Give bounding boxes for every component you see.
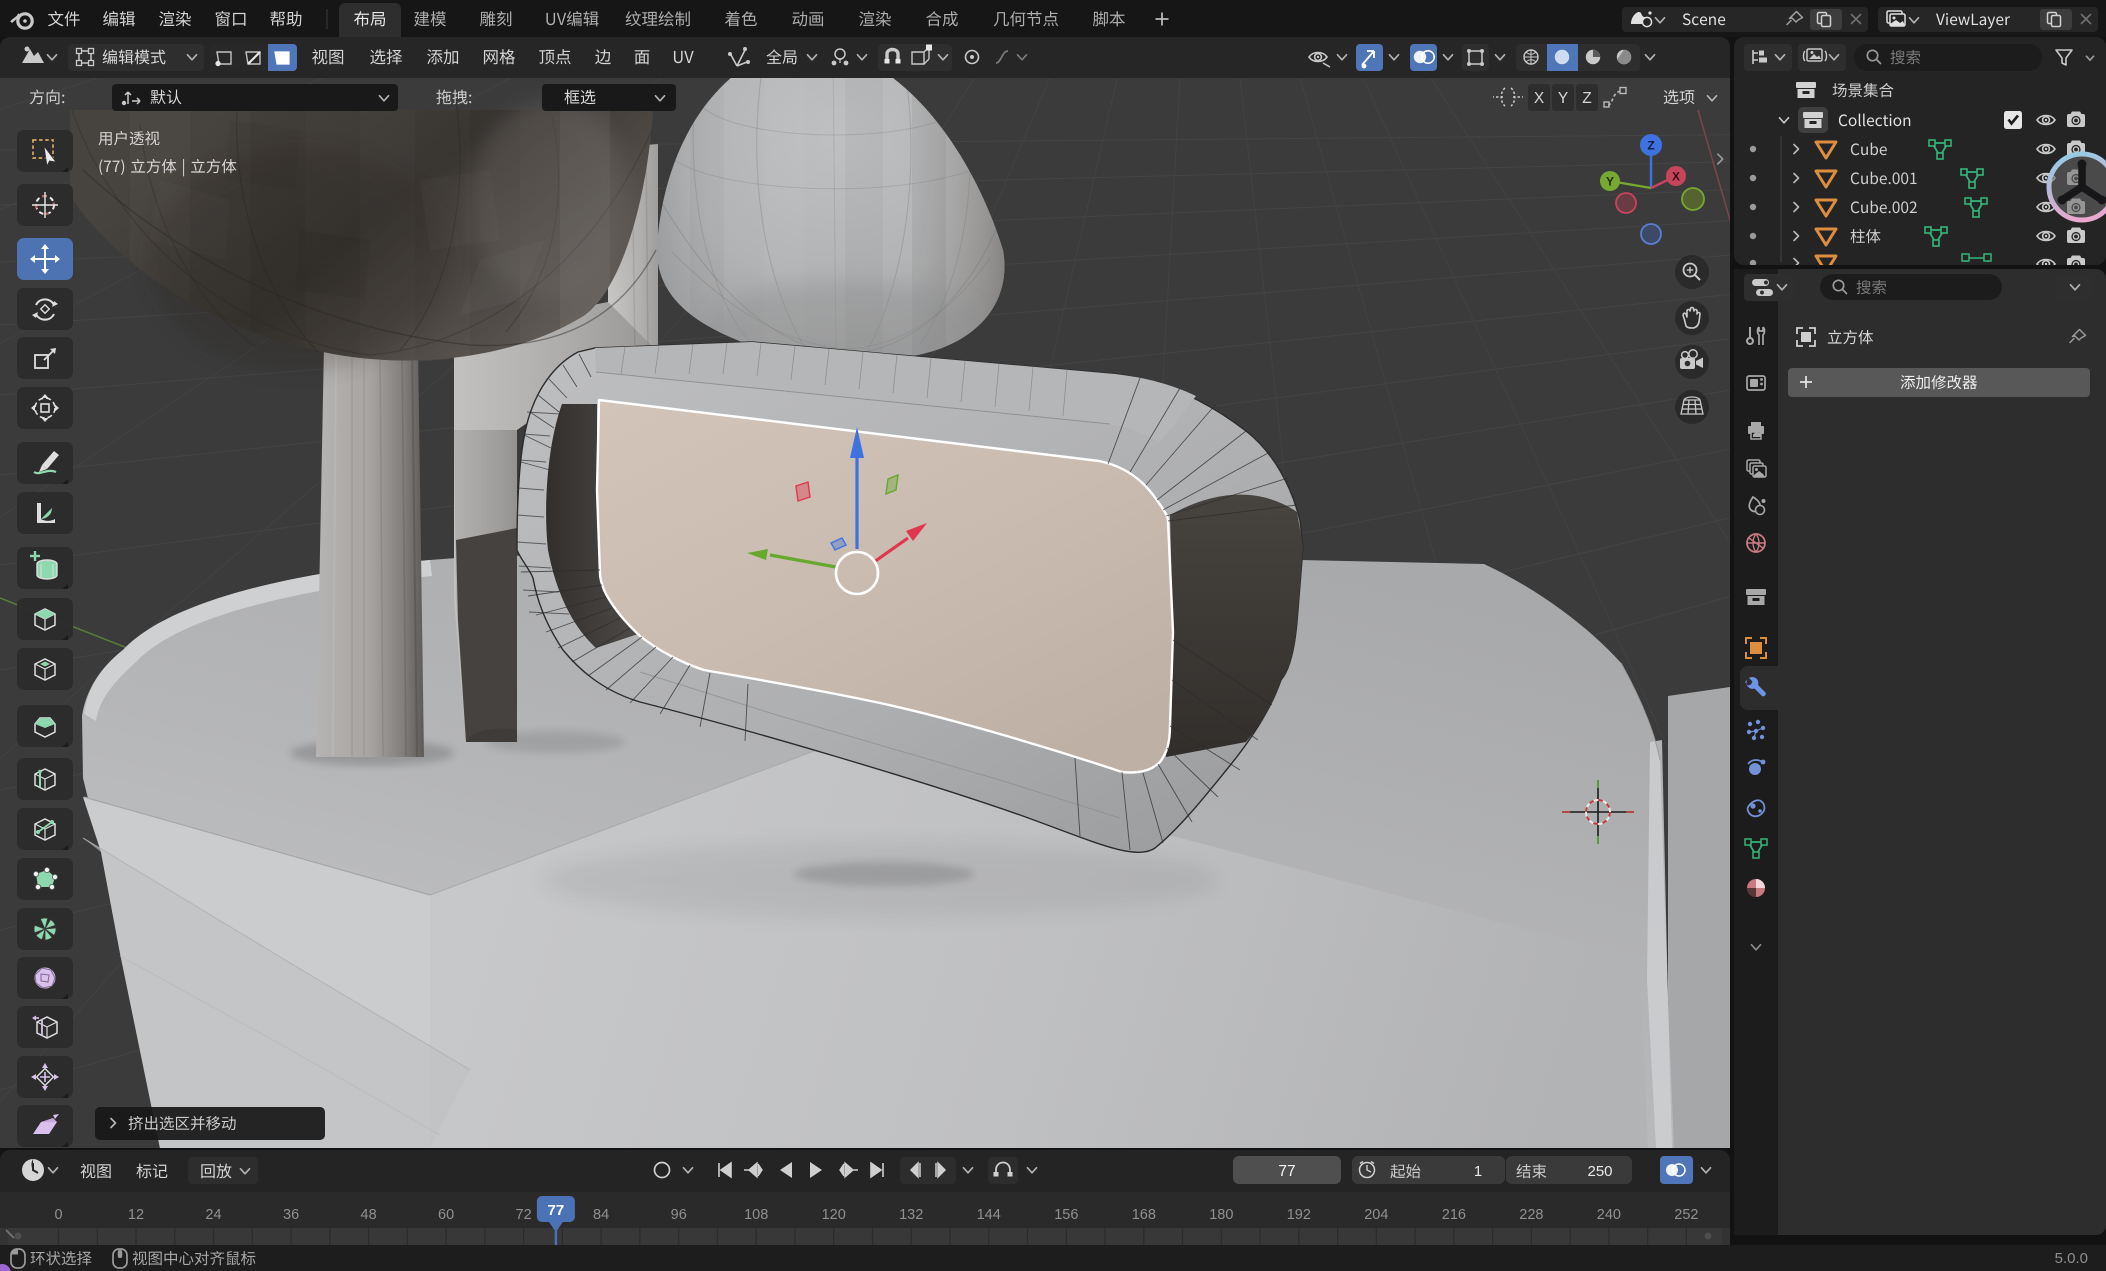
svg-text:24: 24 xyxy=(205,1207,221,1223)
svg-text:Z: Z xyxy=(1647,139,1654,153)
svg-text:77: 77 xyxy=(548,1202,565,1219)
svg-text:96: 96 xyxy=(671,1207,687,1223)
svg-text:180: 180 xyxy=(1209,1207,1233,1223)
svg-text:X: X xyxy=(1534,90,1545,107)
svg-text:Y: Y xyxy=(1558,90,1568,107)
svg-text:1: 1 xyxy=(1474,1163,1482,1180)
svg-text:48: 48 xyxy=(361,1207,377,1223)
svg-text:5.0.0: 5.0.0 xyxy=(2055,1250,2088,1267)
svg-text:192: 192 xyxy=(1287,1207,1311,1223)
svg-text:204: 204 xyxy=(1364,1207,1388,1223)
svg-text:Z: Z xyxy=(1582,90,1591,107)
svg-text:77: 77 xyxy=(1278,1163,1295,1180)
svg-text:X: X xyxy=(1672,170,1680,184)
svg-text:156: 156 xyxy=(1054,1207,1078,1223)
svg-text:0: 0 xyxy=(54,1207,62,1223)
svg-text:108: 108 xyxy=(744,1207,768,1223)
svg-text:12: 12 xyxy=(128,1207,144,1223)
svg-text:Y: Y xyxy=(1606,175,1614,189)
svg-text:228: 228 xyxy=(1519,1207,1543,1223)
svg-text:240: 240 xyxy=(1597,1207,1621,1223)
svg-text:168: 168 xyxy=(1132,1207,1156,1223)
svg-text:132: 132 xyxy=(899,1207,923,1223)
svg-text:250: 250 xyxy=(1587,1163,1612,1180)
svg-text:252: 252 xyxy=(1674,1207,1698,1223)
svg-text:36: 36 xyxy=(283,1207,299,1223)
svg-text:216: 216 xyxy=(1442,1207,1466,1223)
svg-text:144: 144 xyxy=(977,1207,1001,1223)
svg-text:120: 120 xyxy=(822,1207,846,1223)
svg-text:84: 84 xyxy=(593,1207,609,1223)
svg-text:60: 60 xyxy=(438,1207,454,1223)
svg-text:72: 72 xyxy=(516,1207,532,1223)
